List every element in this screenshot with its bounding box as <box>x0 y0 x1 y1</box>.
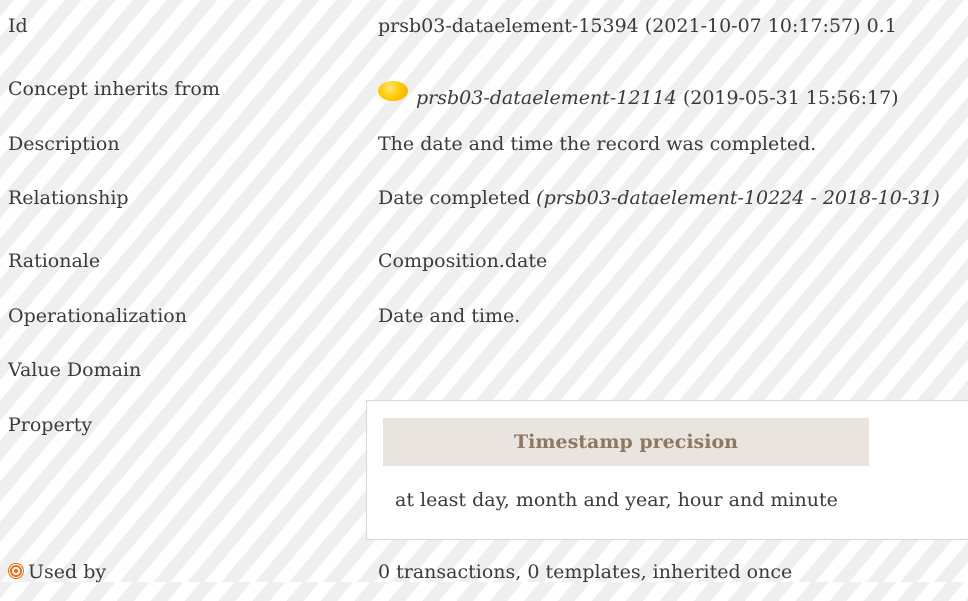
property-text: at least day, month and year, hour and m… <box>395 489 838 511</box>
rationale-value: Composition.date <box>378 250 548 272</box>
relationship-value: Date completed (prsb03-dataelement-10224… <box>378 187 940 209</box>
used-by-label-group: Used by <box>8 561 106 583</box>
row-rationale: Rationale Composition.date <box>0 250 968 290</box>
inherited-concept-link[interactable]: prsb03-dataelement-12114 <box>416 87 677 109</box>
target-icon <box>8 563 24 579</box>
row-id: Id prsb03-dataelement-15394 (2021-10-07 … <box>0 15 968 55</box>
operationalization-label: Operationalization <box>8 305 187 327</box>
status-circle-icon <box>378 81 408 101</box>
row-concept-inherits-from: Concept inherits from prsb03-dataelement… <box>0 78 968 118</box>
concept-inherits-from-value: prsb03-dataelement-12114 (2019-05-31 15:… <box>378 81 899 109</box>
relationship-label: Relationship <box>8 187 129 209</box>
operationalization-value: Date and time. <box>378 305 521 327</box>
description-value: The date and time the record was complet… <box>378 133 817 155</box>
description-label: Description <box>8 133 120 155</box>
concept-inherits-from-label: Concept inherits from <box>8 78 220 100</box>
row-used-by: Used by 0 transactions, 0 templates, inh… <box>0 561 968 601</box>
id-label: Id <box>8 15 28 37</box>
property-label: Property <box>8 414 93 436</box>
rationale-label: Rationale <box>8 250 101 272</box>
row-relationship: Relationship Date completed (prsb03-data… <box>0 187 968 227</box>
row-operationalization: Operationalization Date and time. <box>0 305 968 345</box>
relationship-reference-link[interactable]: (prsb03-dataelement-10224 - 2018-10-31) <box>536 187 940 209</box>
used-by-value: 0 transactions, 0 templates, inherited o… <box>378 561 793 583</box>
property-box: Timestamp precision at least day, month … <box>366 400 968 540</box>
value-domain-label: Value Domain <box>8 359 142 381</box>
relationship-text: Date completed <box>378 187 531 209</box>
row-description: Description The date and time the record… <box>0 133 968 173</box>
used-by-label: Used by <box>28 561 107 583</box>
id-value: prsb03-dataelement-15394 (2021-10-07 10:… <box>378 15 897 37</box>
inherited-concept-date: (2019-05-31 15:56:17) <box>682 87 899 109</box>
property-header: Timestamp precision <box>383 418 869 466</box>
row-value-domain: Value Domain <box>0 359 968 399</box>
